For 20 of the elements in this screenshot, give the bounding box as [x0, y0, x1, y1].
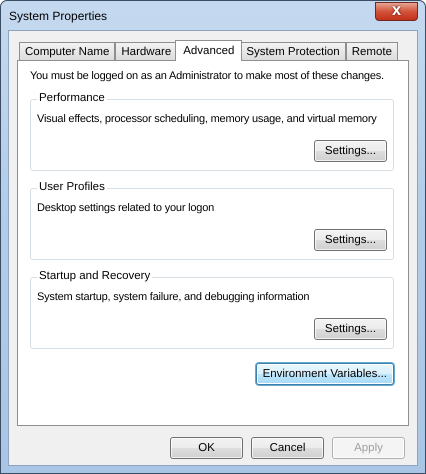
dialog-button[interactable]: Cancel	[251, 437, 324, 459]
tab[interactable]: Hardware	[115, 42, 178, 60]
window-title: System Properties	[8, 8, 108, 22]
settings-button[interactable]: Settings...	[314, 229, 387, 251]
group-title: Startup and Recovery	[37, 270, 152, 282]
tab[interactable]: Computer Name	[19, 42, 116, 60]
settings-button[interactable]: Settings...	[314, 318, 387, 340]
dialog-button[interactable]: OK	[170, 437, 243, 459]
group-title: Performance	[37, 92, 107, 104]
tab[interactable]: Remote	[346, 42, 398, 60]
tab[interactable]: System Protection	[240, 42, 346, 60]
admin-notice: You must be logged on as an Administrator to make most of these changes.	[30, 70, 384, 82]
group-title: User Profiles	[37, 181, 107, 193]
group-description: Desktop settings related to your logon	[37, 202, 214, 214]
group-description: Visual effects, processor scheduling, memory usage, and virtual memory	[37, 113, 377, 125]
tab[interactable]: Advanced	[175, 40, 242, 61]
group-description: System startup, system failure, and debugging information	[37, 291, 310, 303]
settings-button[interactable]: Settings...	[314, 140, 387, 162]
environment-variables-button[interactable]: Environment Variables...	[256, 363, 394, 385]
close-button[interactable]: X	[375, 2, 418, 20]
